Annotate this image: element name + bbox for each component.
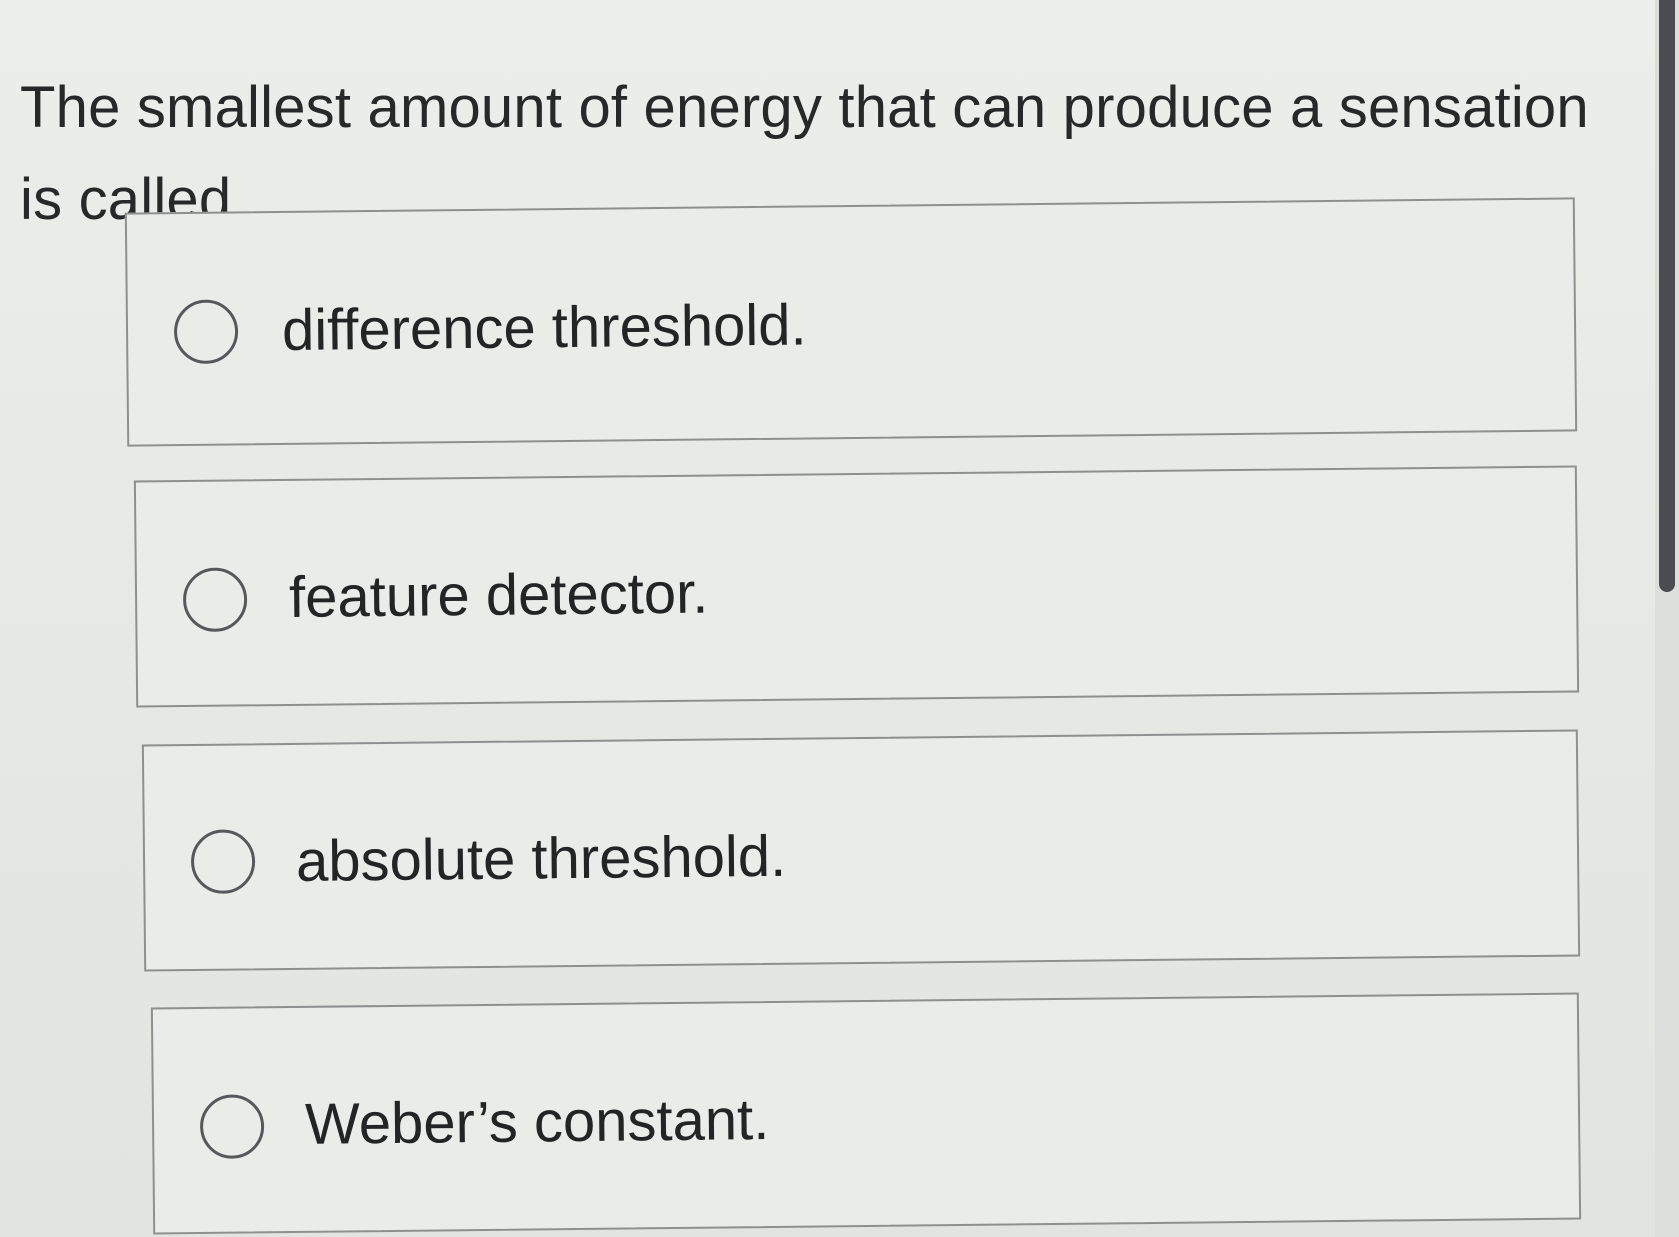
answer-option-absolute-threshold[interactable]: absolute threshold.: [141, 729, 1581, 972]
answer-option-label: absolute threshold.: [295, 823, 787, 894]
radio-button[interactable]: [173, 299, 239, 365]
quiz-page: The smallest amount of energy that can p…: [0, 0, 1679, 1237]
radio-button[interactable]: [199, 1094, 265, 1159]
radio-button[interactable]: [182, 567, 248, 633]
answer-option-webers-constant[interactable]: Weber’s constant.: [150, 992, 1582, 1235]
vertical-scrollbar[interactable]: [1655, 0, 1679, 1237]
answer-option-difference-threshold[interactable]: difference threshold.: [124, 197, 1578, 447]
answer-options: difference threshold. feature detector. …: [0, 0, 1679, 1237]
radio-button[interactable]: [190, 829, 256, 895]
answer-option-label: difference threshold.: [281, 292, 807, 363]
answer-option-label: Weber’s constant.: [304, 1087, 770, 1157]
scrollbar-thumb[interactable]: [1659, 0, 1675, 592]
answer-option-label: feature detector.: [288, 560, 709, 630]
answer-option-feature-detector[interactable]: feature detector.: [133, 465, 1580, 708]
